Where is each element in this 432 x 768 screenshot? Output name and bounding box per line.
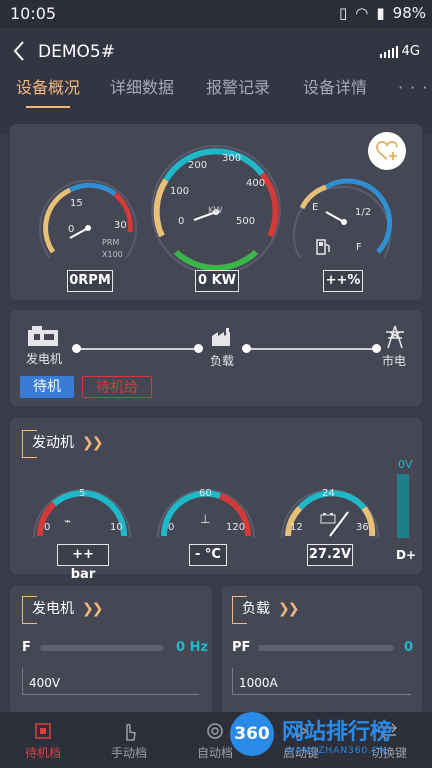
oil-tick-5: 5 bbox=[79, 488, 86, 499]
rpm-value: 0RPM bbox=[67, 270, 113, 292]
double-chevron-icon: ❯❯ bbox=[82, 601, 104, 617]
rpm-tick-0: 0 bbox=[68, 224, 75, 235]
flow-dot bbox=[72, 344, 81, 353]
load-section-title: 负载 ❯❯ bbox=[232, 596, 322, 624]
power-unit: KW bbox=[208, 206, 223, 216]
engine-section-title: 发动机 ❯❯ bbox=[22, 430, 122, 458]
rpm-tick-30: 30 bbox=[114, 220, 127, 231]
fuel-tick-half: 1/2 bbox=[355, 207, 372, 218]
nav-manual[interactable]: 手动档 bbox=[86, 712, 172, 768]
battery-tick-36: 36 bbox=[356, 522, 369, 533]
tab-overview[interactable]: 设备概况 bbox=[16, 76, 80, 116]
double-chevron-icon: ❯❯ bbox=[82, 435, 104, 451]
power-tick-100: 100 bbox=[170, 186, 190, 197]
thermometer-icon: ⊥ bbox=[200, 512, 211, 526]
heart-plus-icon bbox=[376, 141, 398, 160]
voltage-box: 400V bbox=[22, 668, 199, 695]
rpm-multiplier: X100 bbox=[102, 250, 123, 259]
flow-dot bbox=[372, 344, 381, 353]
temp-tick-0: 0 bbox=[168, 522, 175, 533]
oil-tick-0: 0 bbox=[44, 522, 51, 533]
tab-more[interactable]: · · · bbox=[398, 76, 428, 116]
flow-line-left bbox=[76, 348, 198, 350]
watermark-badge: 360 bbox=[230, 712, 274, 756]
rpm-unit: PRM bbox=[102, 238, 120, 247]
signal-bars-icon bbox=[379, 45, 398, 58]
power-tick-300: 300 bbox=[222, 153, 242, 164]
power-factor-label: PF bbox=[232, 640, 251, 655]
oil-pressure-value: ++ bar bbox=[57, 544, 109, 582]
status-time: 10:05 bbox=[10, 4, 57, 23]
nav-standby[interactable]: 待机档 bbox=[0, 712, 86, 768]
frequency-label: F bbox=[22, 640, 31, 655]
car-battery-icon bbox=[320, 513, 336, 524]
flow-dot bbox=[194, 344, 203, 353]
favorite-add-button[interactable] bbox=[368, 132, 406, 170]
generator-section-title: 发电机 ❯❯ bbox=[22, 596, 122, 624]
frequency-value: 0 Hz bbox=[176, 640, 209, 655]
back-icon[interactable] bbox=[12, 40, 30, 62]
factory-icon bbox=[212, 328, 230, 346]
current-value: 1000A bbox=[239, 676, 278, 690]
watermark-logo: 360 网站排行榜 WANGZHAN360.CN bbox=[226, 708, 432, 768]
fuel-tick-empty: E bbox=[312, 202, 319, 213]
app-header: DEMO5# 4G 设备概况 详细数据 报警记录 设备详情 · · · bbox=[0, 28, 432, 134]
tab-alarms[interactable]: 报警记录 bbox=[206, 76, 270, 116]
power-tick-200: 200 bbox=[188, 160, 208, 171]
generator-icon bbox=[28, 326, 58, 346]
device-name: DEMO5# bbox=[38, 42, 115, 62]
fuel-value: ++% bbox=[323, 270, 363, 292]
engine-gauges-svg bbox=[33, 474, 409, 539]
tab-bar: 设备概况 详细数据 报警记录 设备详情 · · · bbox=[0, 76, 432, 116]
power-tick-400: 400 bbox=[246, 178, 266, 189]
signal-indicator: 4G bbox=[379, 44, 420, 59]
voltage-value: 400V bbox=[29, 676, 61, 690]
power-value: 0 KW bbox=[195, 270, 239, 292]
oil-tick-10: 10 bbox=[110, 522, 123, 533]
temp-tick-120: 120 bbox=[226, 522, 246, 533]
fuel-gauge bbox=[293, 178, 393, 259]
status-icons: ▯ ◠ ▮ 98% bbox=[339, 4, 426, 22]
vibrate-icon: ▯ bbox=[339, 4, 348, 22]
tab-device-info[interactable]: 设备详情 bbox=[303, 76, 367, 116]
current-box: 1000A bbox=[232, 668, 411, 695]
battery-tick-24: 24 bbox=[322, 488, 335, 499]
frequency-bar bbox=[40, 645, 164, 651]
wifi-icon: ◠ bbox=[355, 4, 369, 22]
flow-generator-label: 发电机 bbox=[26, 352, 63, 366]
battery-level: 98% bbox=[392, 4, 426, 22]
power-tick-500: 500 bbox=[236, 216, 256, 227]
power-tower-icon bbox=[386, 325, 404, 349]
gear-icon bbox=[207, 723, 223, 739]
battery-icon: ▮ bbox=[376, 4, 385, 22]
oil-can-icon: ⌁ bbox=[64, 514, 72, 528]
dplus-bar bbox=[397, 474, 409, 538]
status-bar: 10:05 ▯ ◠ ▮ 98% bbox=[0, 0, 432, 28]
watermark-url: WANGZHAN360.CN bbox=[286, 746, 388, 756]
power-tick-0: 0 bbox=[178, 216, 185, 227]
tab-details[interactable]: 详细数据 bbox=[110, 76, 174, 116]
fuel-pump-icon bbox=[316, 239, 330, 255]
power-factor-value: 0 bbox=[404, 640, 414, 655]
rpm-tick-15: 15 bbox=[70, 198, 83, 209]
dplus-top-value: 0V bbox=[398, 458, 413, 471]
flow-load-label: 负载 bbox=[210, 354, 235, 368]
battery-tick-12: 12 bbox=[290, 522, 303, 533]
network-type: 4G bbox=[401, 44, 420, 59]
flow-grid-label: 市电 bbox=[382, 354, 407, 368]
standby-badge: 待机 bbox=[20, 376, 74, 398]
stop-icon bbox=[35, 723, 51, 739]
fuel-tick-full: F bbox=[356, 242, 362, 253]
power-factor-bar bbox=[258, 645, 394, 651]
ready-badge: 待机给 bbox=[82, 376, 152, 398]
flow-dot bbox=[242, 344, 251, 353]
coolant-temp-value: - °C bbox=[189, 544, 227, 566]
dplus-label: D+ bbox=[396, 548, 417, 562]
hand-pointer-icon bbox=[126, 723, 136, 741]
flow-line-right bbox=[246, 348, 376, 350]
battery-voltage-value: 27.2V bbox=[307, 544, 353, 566]
temp-tick-60: 60 bbox=[199, 488, 212, 499]
double-chevron-icon: ❯❯ bbox=[278, 601, 300, 617]
watermark-title: 网站排行榜 bbox=[282, 720, 393, 745]
